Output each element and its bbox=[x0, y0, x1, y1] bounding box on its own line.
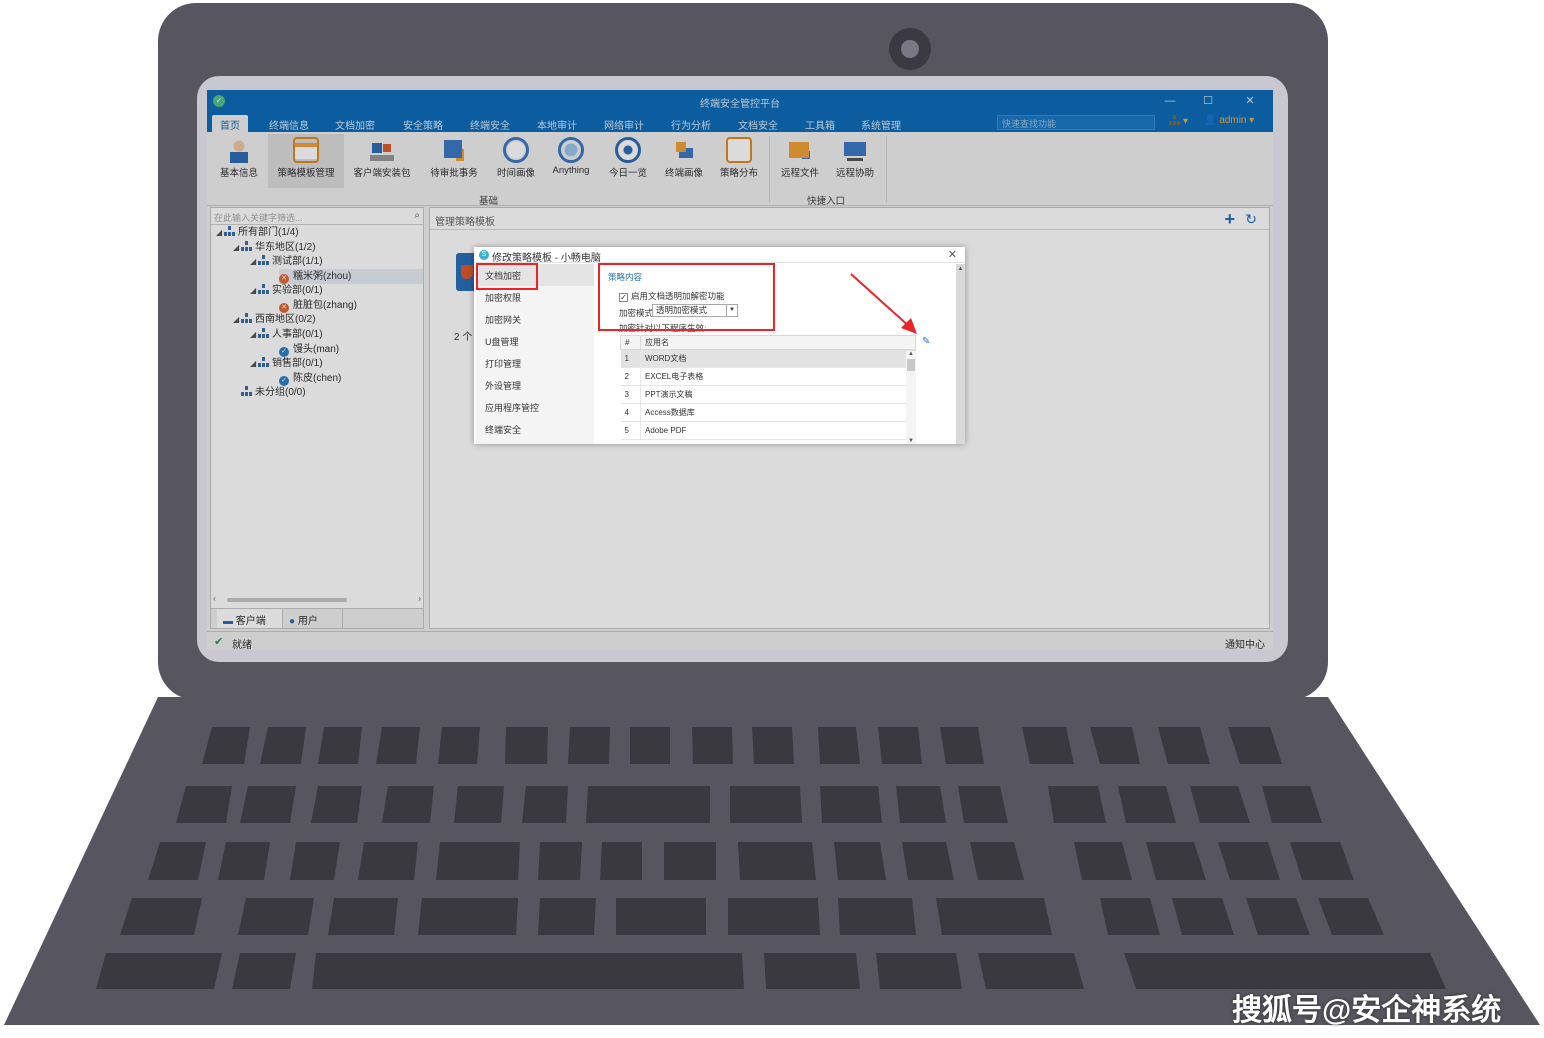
scroll-thumb[interactable] bbox=[907, 359, 915, 371]
nav-app-control[interactable]: 应用程序管控 bbox=[476, 396, 594, 418]
nav-peripheral-management[interactable]: 外设管理 bbox=[476, 374, 594, 396]
row-app-name: EXCEL电子表格 bbox=[640, 367, 916, 386]
scroll-up-icon[interactable]: ▲ bbox=[956, 266, 965, 272]
dialog-title-bar: S 修改策略模板 - 小畅电脑 ✕ bbox=[474, 247, 965, 264]
row-num: 3 bbox=[620, 385, 641, 404]
highlight-box-policy bbox=[598, 263, 775, 331]
row-app-name: Adobe PDF bbox=[640, 421, 916, 440]
webcam-icon bbox=[889, 28, 931, 70]
table-row[interactable]: 4 Access数据库 bbox=[620, 403, 916, 422]
close-icon[interactable]: ✕ bbox=[948, 248, 957, 261]
watermark: 搜狐号@安企神系统 bbox=[1232, 994, 1502, 1027]
nav-usb-management[interactable]: U盘管理 bbox=[476, 330, 594, 352]
dialog-title: 修改策略模板 - 小畅电脑 bbox=[492, 253, 601, 264]
row-app-name: PPT演示文稿 bbox=[640, 385, 916, 404]
nav-print-management[interactable]: 打印管理 bbox=[476, 352, 594, 374]
table-row[interactable]: 3 PPT演示文稿 bbox=[620, 385, 916, 404]
nav-encryption-gateway[interactable]: 加密网关 bbox=[476, 308, 594, 330]
app-table: # 应用名 1 WORD文档 2 EXCEL电子表格 3 PPT演示文稿 4 A… bbox=[620, 335, 916, 440]
scroll-down-icon[interactable]: ▼ bbox=[906, 438, 916, 444]
row-num: 5 bbox=[620, 421, 641, 440]
row-num: 1 bbox=[620, 349, 641, 368]
scroll-up-icon[interactable]: ▲ bbox=[906, 351, 916, 357]
annotation-arrow-icon bbox=[850, 273, 917, 334]
highlight-box-nav bbox=[476, 263, 538, 290]
nav-terminal-security[interactable]: 终端安全 bbox=[476, 418, 594, 440]
table-row[interactable]: 5 Adobe PDF bbox=[620, 421, 916, 440]
dialog-nav: 文档加密 加密权限 加密网关 U盘管理 打印管理 外设管理 应用程序管控 终端安… bbox=[476, 264, 594, 444]
table-row[interactable]: 2 EXCEL电子表格 bbox=[620, 367, 916, 386]
table-scrollbar[interactable]: ▲ ▼ bbox=[906, 351, 916, 444]
row-app-name: WORD文档 bbox=[640, 349, 916, 368]
table-row[interactable]: 1 WORD文档 bbox=[620, 349, 916, 368]
row-num: 2 bbox=[620, 367, 641, 386]
row-app-name: Access数据库 bbox=[640, 403, 916, 422]
dialog-scrollbar[interactable]: ▲ bbox=[956, 264, 965, 444]
dialog-logo-icon: S bbox=[479, 250, 489, 260]
column-header-num: # bbox=[620, 335, 641, 350]
row-num: 4 bbox=[620, 403, 641, 422]
